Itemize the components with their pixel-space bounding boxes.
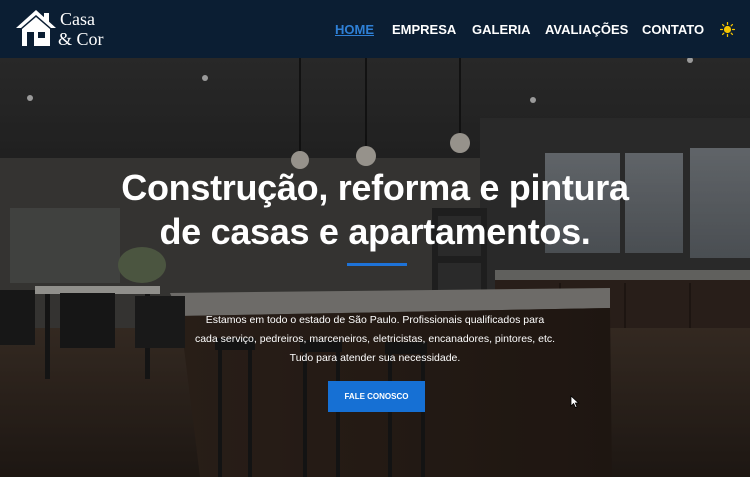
main-nav: HOME EMPRESA GALERIA AVALIAÇÕES CONTATO [0, 21, 750, 39]
hero-overlay [0, 58, 750, 477]
nav-avaliacoes[interactable]: AVALIAÇÕES [545, 21, 628, 39]
hero-title-line2: de casas e apartamentos. [159, 211, 591, 252]
title-underline [347, 263, 407, 266]
hero-desc-line2: cada serviço, pedreiros, marceneiros, el… [194, 333, 556, 345]
hero-title-line1: Construção, reforma e pintura [121, 167, 629, 208]
nav-home[interactable]: HOME [335, 21, 374, 39]
site-header: Casa & Cor HOME EMPRESA GALERIA AVALIAÇÕ… [0, 0, 750, 58]
hero-title: Construção, reforma e pintura de casas e… [0, 166, 750, 254]
hero-desc-line1: Estamos em todo o estado de São Paulo. P… [205, 314, 545, 326]
nav-contato[interactable]: CONTATO [642, 21, 704, 39]
fale-conosco-button[interactable]: FALE CONOSCO [328, 381, 425, 412]
nav-empresa[interactable]: EMPRESA [392, 21, 456, 39]
hero-section: Construção, reforma e pintura de casas e… [0, 58, 750, 477]
hero-description: Estamos em todo o estado de São Paulo. P… [0, 311, 750, 368]
sun-icon [719, 21, 736, 38]
mouse-cursor-icon [570, 395, 580, 409]
theme-toggle-button[interactable] [719, 21, 736, 38]
nav-galeria[interactable]: GALERIA [472, 21, 531, 39]
hero-desc-line3: Tudo para atender sua necessidade. [289, 352, 461, 364]
